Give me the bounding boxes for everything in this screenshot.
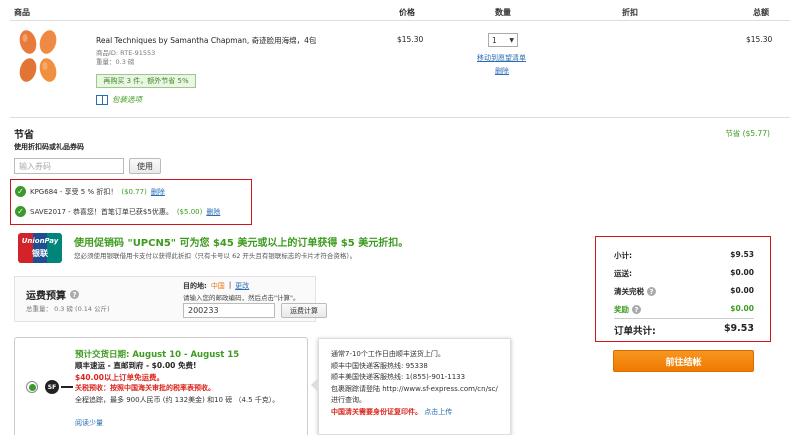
header-discount: 折扣 (622, 8, 638, 17)
tooltip-line1: 通常7-10个工作日由顺丰送货上门。 (331, 350, 445, 358)
tooltip-line2: 顺丰中国快递客服热线: 95338 (331, 361, 428, 370)
subtotal-value: $9.53 (730, 250, 754, 259)
product-image[interactable] (14, 28, 64, 88)
subtotal-label: 小计: (614, 251, 632, 260)
read-less-link[interactable]: 阅读少量 (75, 418, 103, 428)
rewards-label-text: 奖励 (614, 305, 629, 314)
header-price: 价格 (399, 8, 415, 17)
unionpay-logo-text: UnionPay (21, 237, 59, 245)
shipping-estimate-title-text: 运费预算 (26, 291, 66, 302)
unionpay-headline: 使用促销码 "UPCN5" 可为您 $45 美元或以上的订单获得 $5 美元折扣… (74, 238, 409, 249)
code-amount: ($0.77) (121, 187, 147, 196)
sf-logo-mark: SF (45, 380, 59, 394)
tooltip-line5: 中国清关需要身份证复印件。 点击上传 (331, 407, 498, 419)
duties-value: $0.00 (730, 286, 754, 295)
remove-code-link[interactable]: 删除 (206, 207, 220, 217)
savings-title: 节省 (14, 130, 34, 141)
upload-id-link[interactable]: 点击上传 (424, 408, 452, 416)
duties-label-text: 清关完税 (614, 287, 644, 296)
help-icon[interactable]: ? (632, 305, 641, 314)
calc-shipping-button[interactable]: 运费计算 (281, 303, 327, 318)
help-icon[interactable]: ? (647, 287, 656, 296)
applied-code-row: ✓ KPG684 - 享受 5 % 折扣！ ($0.77) 删除 (15, 186, 165, 197)
shipping-estimate-title: 运费预算 ? (26, 287, 79, 302)
move-to-wishlist-link[interactable]: 移动到愿望清单 (477, 53, 526, 63)
check-icon: ✓ (15, 206, 26, 217)
total-label: 订单共计: (614, 326, 656, 337)
quantity-select[interactable]: 1 ▼ (488, 33, 518, 47)
header-divider (10, 20, 790, 21)
header-total: 总额 (753, 8, 769, 17)
unionpay-logo-cn: 银联 (32, 249, 48, 258)
destination: 目的地: 中国 | 更改 (183, 281, 250, 291)
shipping-value: $0.00 (730, 268, 754, 277)
chevron-down-icon: ▼ (509, 36, 514, 44)
code-amount: ($5.00) (176, 207, 203, 216)
code-text: KPG684 - 享受 5 % 折扣！ (30, 187, 118, 196)
shipping-weight: 总重量： 0.3 磅 (0.14 公斤) (26, 305, 110, 313)
shipping-row: 运送: $0.00 (614, 268, 754, 279)
duties-row: 清关完税 ? $0.00 (614, 286, 754, 297)
zip-input[interactable]: 200233 (183, 303, 275, 318)
product-weight: 重量：0.3 磅 (96, 58, 135, 66)
unionpay-logo: UnionPay 银联 (18, 233, 62, 263)
total-value: $9.53 (723, 323, 754, 334)
promo-text: 再购买 3 件，额外节省 5% (103, 77, 189, 85)
item-divider (10, 117, 790, 118)
summary-divider (614, 318, 754, 319)
destination-label: 目的地: (183, 282, 207, 290)
delivery-tooltip: 通常7-10个工作日由顺丰送货上门。 顺丰中国快递客服热线: 95338 顺丰美… (318, 338, 511, 435)
applied-code-row: ✓ SAVE2017 - 恭喜您！首笔订单已获$5优惠。 ($5.00) 删除 (15, 206, 220, 217)
order-summary: 小计: $9.53 运送: $0.00 清关完税 ? $0.00 奖励 ? $0… (595, 236, 771, 342)
rewards-row: 奖励 ? $0.00 (614, 304, 754, 315)
help-icon[interactable]: ? (70, 290, 79, 299)
total-row: 订单共计: $9.53 (614, 323, 754, 337)
tax-note: 关税预收：按照中国海关审批的税率表预收。 (75, 384, 215, 392)
savings-subtitle: 使用折扣码或礼品券码 (14, 143, 84, 151)
change-destination-link[interactable]: 更改 (235, 281, 249, 291)
destination-value: 中国 (210, 282, 225, 290)
tooltip-arrow (311, 378, 318, 392)
free-shipping-note: $40.00以上订单免运费。 (75, 373, 164, 382)
applied-codes-box: ✓ KPG684 - 享受 5 % 折扣！ ($0.77) 删除 ✓ SAVE2… (10, 179, 252, 225)
gift-box-icon (96, 94, 108, 105)
header-quantity: 数量 (495, 8, 511, 17)
code-text: SAVE2017 - 恭喜您！首笔订单已获$5优惠。 (30, 207, 173, 216)
sf-logo: SF (45, 380, 73, 394)
subtotal-row: 小计: $9.53 (614, 250, 754, 261)
tooltip-line4: 包裹跟踪请登陆 http://www.sf-express.com/cn/sc/… (331, 384, 498, 405)
check-icon: ✓ (15, 186, 26, 197)
apply-coupon-button[interactable]: 使用 (129, 158, 161, 174)
rewards-label: 奖励 ? (614, 304, 641, 315)
promo-badge: 再购买 3 件，额外节省 5% (96, 74, 196, 88)
delivery-desc: 全程追踪，最多 900人民币 (约 132美金) 和10 磅 （4.5 千克）。 (75, 396, 280, 404)
delivery-method: 顺丰速运 - 直邮到府 - $0.00 免费! (75, 361, 197, 370)
product-name[interactable]: Real Techniques by Samantha Chapman, 奇迹脸… (96, 35, 316, 46)
shipping-label: 运送: (614, 269, 632, 278)
remove-item-link[interactable]: 删除 (495, 66, 509, 76)
quantity-value: 1 (492, 35, 497, 45)
checkout-label: 前往结帐 (665, 357, 702, 368)
unionpay-note: 您必须使用银联借用卡支付以获得此折扣（只有卡号以 62 开头且有银联标志的卡片才… (74, 252, 357, 260)
item-price: $15.30 (397, 35, 424, 44)
coupon-input[interactable]: 输入券码 (14, 158, 124, 174)
header-product: 商品 (14, 8, 30, 17)
tooltip-line3: 顺丰美国快递客服热线: 1(855)-901-1133 (331, 373, 466, 381)
remove-code-link[interactable]: 删除 (151, 187, 165, 197)
item-total: $15.30 (746, 35, 773, 44)
tooltip-id-note: 中国清关需要身份证复印件。 (331, 407, 422, 416)
delivery-radio[interactable] (26, 381, 38, 393)
duties-label: 清关完税 ? (614, 286, 656, 297)
gift-wrap-label: 包装选项 (112, 95, 142, 104)
gift-wrap[interactable]: 包装选项 (96, 94, 142, 105)
zip-instruction: 请输入您的邮政编码，然后点击"计算"。 (183, 294, 300, 302)
checkout-button[interactable]: 前往结帐 (613, 350, 754, 372)
savings-amount: 节省 ($5.77) (725, 129, 770, 138)
delivery-date: 预计交货日期: August 10 - August 15 (75, 350, 240, 360)
rewards-value: $0.00 (730, 304, 754, 313)
